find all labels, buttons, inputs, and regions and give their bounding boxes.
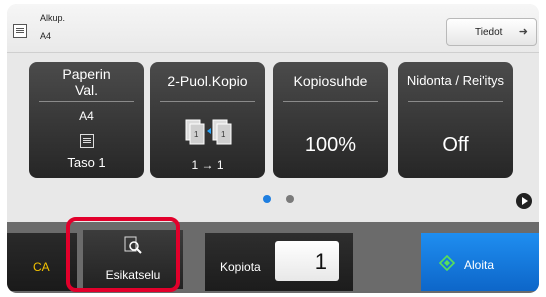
start-diamond-icon — [439, 255, 455, 271]
staple-punch-tile[interactable]: Nidonta / Rei'itys Off — [398, 62, 513, 178]
tile-divider — [39, 101, 134, 102]
copy-ratio-value: 100% — [304, 134, 357, 156]
original-doc-icon — [13, 24, 27, 38]
arrow-right-icon: ➜ — [518, 26, 528, 38]
svg-text:1: 1 — [194, 130, 199, 139]
original-size: A4 — [40, 31, 52, 41]
copy-ratio-title: Kopiosuhde — [293, 73, 368, 89]
start-button[interactable]: Aloita — [421, 233, 539, 291]
details-button[interactable]: Tiedot ➜ — [446, 18, 537, 46]
copy-ratio-tile[interactable]: Kopiosuhde 100% — [273, 62, 388, 178]
staple-punch-value: Off — [442, 134, 469, 156]
duplex-copy-title: 2-Puol.Kopio — [167, 73, 248, 89]
top-status-bar: Alkup. A4 Tiedot ➜ — [7, 4, 539, 53]
page-indicator-active[interactable] — [263, 195, 271, 203]
duplex-copy-icon: 1 1 — [185, 119, 232, 145]
tile-divider — [283, 101, 378, 102]
duplex-copy-tile[interactable]: 2-Puol.Kopio 1 1 1 → 1 — [150, 62, 265, 178]
tile-divider — [160, 101, 255, 102]
page-indicator-inactive[interactable] — [286, 195, 294, 203]
next-page-button[interactable] — [516, 193, 532, 209]
staple-punch-title: Nidonta / Rei'itys — [406, 73, 505, 88]
copies-count-value: 1 — [314, 249, 327, 274]
paper-tray-icon — [80, 134, 94, 148]
copies-count-field[interactable]: 1 — [275, 241, 339, 281]
paper-select-tile[interactable]: Paperin Val. A4 Taso 1 — [29, 62, 144, 178]
original-label: Alkup. — [40, 13, 66, 23]
copies-control: Kopiota 1 — [205, 233, 353, 291]
tile-divider — [408, 101, 503, 102]
details-button-label: Tiedot — [475, 27, 503, 38]
paper-size-value: A4 — [79, 109, 94, 123]
start-label: Aloita — [464, 258, 495, 272]
paper-tray-value: Taso 1 — [67, 155, 106, 170]
clear-all-label: CA — [33, 260, 50, 274]
duplex-mode-value: 1 → 1 — [191, 158, 224, 172]
preview-highlight-frame — [66, 217, 180, 292]
copies-label: Kopiota — [220, 260, 261, 274]
svg-text:1: 1 — [221, 130, 226, 139]
paper-select-title: Paperin Val. — [62, 66, 111, 98]
